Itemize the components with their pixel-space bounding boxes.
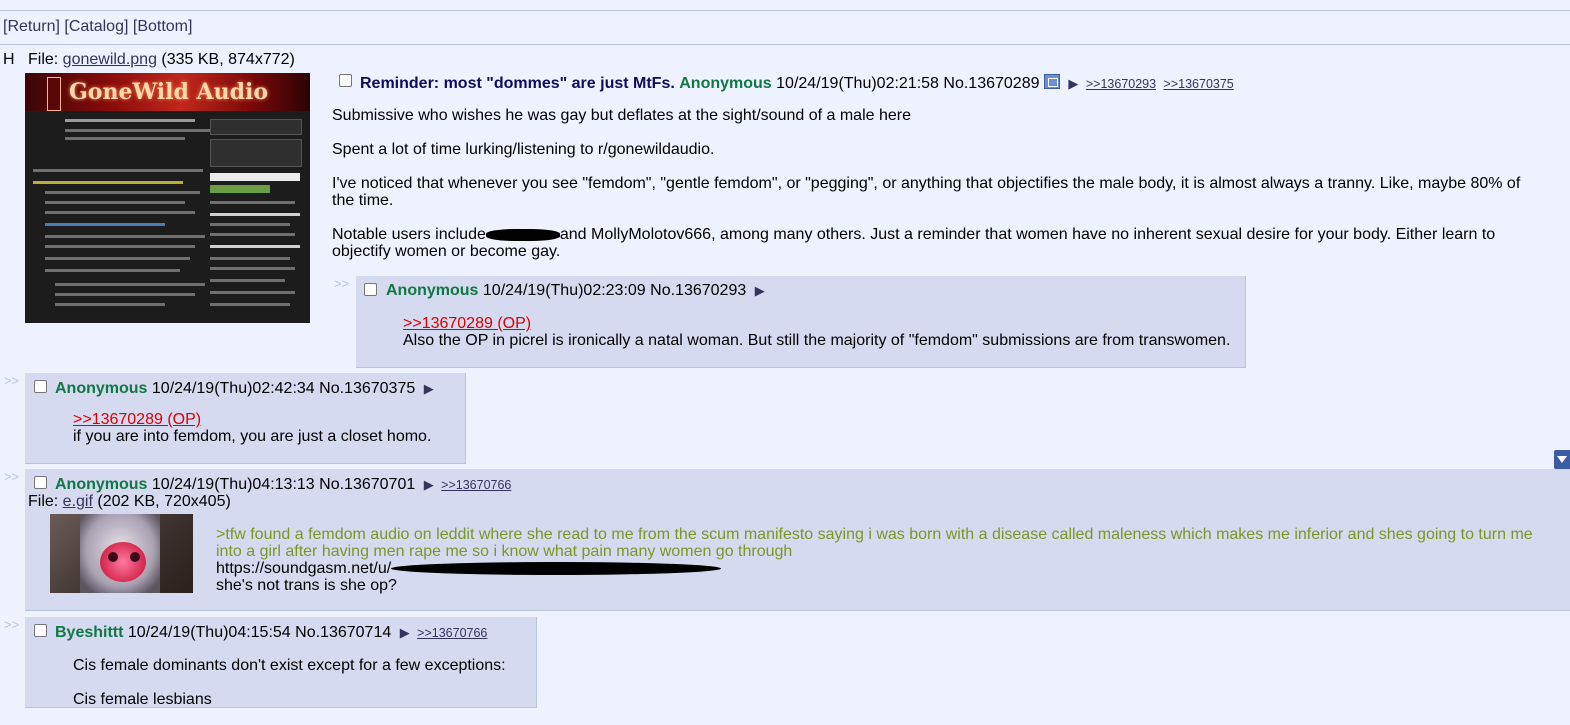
thumbnail-eye bbox=[108, 552, 118, 562]
reply-post: Anonymous 10/24/19(Thu)04:13:13 No.13670… bbox=[25, 469, 1570, 611]
post-menu-arrow-icon[interactable]: ▶ bbox=[400, 625, 410, 640]
reply-datetime: 10/24/19(Thu)04:15:54 bbox=[127, 624, 291, 641]
reply-file-link[interactable]: e.gif bbox=[63, 493, 93, 510]
reply-side-arrows: >> bbox=[4, 617, 20, 632]
post-menu-arrow-icon[interactable]: ▶ bbox=[424, 477, 434, 492]
op-file-link[interactable]: gonewild.png bbox=[63, 51, 157, 68]
reply-select-checkbox[interactable] bbox=[34, 380, 47, 393]
post-menu-arrow-icon[interactable]: ▶ bbox=[1068, 76, 1078, 91]
return-link[interactable]: [Return] bbox=[3, 18, 60, 35]
reply-greentext: >tfw found a femdom audio on leddit wher… bbox=[216, 526, 1533, 560]
image-search-icon[interactable] bbox=[1043, 74, 1060, 89]
reply-post-number[interactable]: No.13670293 bbox=[650, 282, 746, 299]
redaction-mark bbox=[485, 228, 560, 241]
reply-post: Byeshittt 10/24/19(Thu)04:15:54 No.13670… bbox=[25, 617, 537, 708]
reply-poster-name: Byeshittt bbox=[55, 624, 124, 641]
reply-thumbnail[interactable] bbox=[50, 514, 193, 593]
thumbnail-title: GoneWild Audio bbox=[69, 79, 269, 105]
reply-poster-name: Anonymous bbox=[55, 476, 148, 493]
reply-text: if you are into femdom, you are just a c… bbox=[73, 428, 432, 445]
reply-post: Anonymous 10/24/19(Thu)02:23:09 No.13670… bbox=[356, 276, 1246, 368]
op-backlink[interactable]: >>13670375 bbox=[1164, 77, 1234, 91]
reply-side-arrows: >> bbox=[334, 276, 350, 291]
reply-post-number[interactable]: No.13670701 bbox=[319, 476, 415, 493]
reply-datetime: 10/24/19(Thu)02:42:34 bbox=[151, 380, 315, 397]
op-subject: Reminder: most "dommes" are just MtFs. bbox=[360, 75, 675, 92]
bottom-link[interactable]: [Bottom] bbox=[133, 18, 193, 35]
op-file-info: File: gonewild.png (335 KB, 874x772) bbox=[28, 51, 295, 69]
op-paragraph: Notable users include and MollyMolotov666… bbox=[332, 226, 1496, 260]
reply-message: >tfw found a femdom audio on leddit wher… bbox=[216, 526, 1536, 594]
reply-link-text: https://soundgasm.net/u/ bbox=[216, 560, 722, 577]
reply-header: Anonymous 10/24/19(Thu)04:13:13 No.13670… bbox=[55, 476, 511, 494]
reply-side-arrows: >> bbox=[4, 469, 20, 484]
reply-message: >>13670289 (OP) if you are into femdom, … bbox=[73, 411, 453, 445]
file-label: File: bbox=[28, 493, 63, 510]
reply-header: Byeshittt 10/24/19(Thu)04:15:54 No.13670… bbox=[55, 624, 487, 642]
op-poster-name: Anonymous bbox=[679, 75, 772, 92]
op-post-number[interactable]: No.13670289 bbox=[943, 75, 1039, 92]
nav-links: [Return] [Catalog] [Bottom] bbox=[3, 18, 192, 36]
catalog-link[interactable]: [Catalog] bbox=[64, 18, 128, 35]
reply-text: Cis female dominants don't exist except … bbox=[73, 657, 506, 674]
reply-header: Anonymous 10/24/19(Thu)02:42:34 No.13670… bbox=[55, 380, 434, 398]
op-backlink[interactable]: >>13670293 bbox=[1086, 77, 1156, 91]
op-file-meta: (335 KB, 874x772) bbox=[156, 51, 295, 68]
reply-text: Also the OP in picrel is ironically a na… bbox=[403, 332, 1231, 349]
reply-poster-name: Anonymous bbox=[386, 282, 479, 299]
op-paragraph: Submissive who wishes he was gay but def… bbox=[332, 107, 911, 124]
reply-datetime: 10/24/19(Thu)02:23:09 bbox=[482, 282, 646, 299]
thumbnail-logo-mark bbox=[47, 77, 61, 111]
op-message: Submissive who wishes he was gay but def… bbox=[332, 107, 1532, 277]
reply-message: Cis female dominants don't exist except … bbox=[73, 657, 523, 725]
reply-header: Anonymous 10/24/19(Thu)02:23:09 No.13670… bbox=[386, 282, 765, 300]
op-paragraph: Spent a lot of time lurking/listening to… bbox=[332, 141, 715, 158]
file-label: File: bbox=[28, 51, 63, 68]
post-menu-arrow-icon[interactable]: ▶ bbox=[424, 381, 434, 396]
reply-message: >>13670289 (OP) Also the OP in picrel is… bbox=[403, 315, 1233, 349]
op-datetime: 10/24/19(Thu)02:21:58 bbox=[776, 75, 939, 92]
reply-poster-name: Anonymous bbox=[55, 380, 148, 397]
reply-file-info: File: e.gif (202 KB, 720x405) bbox=[28, 493, 231, 511]
reply-side-arrows: >> bbox=[4, 373, 20, 388]
reply-text: Cis female lesbians bbox=[73, 691, 212, 708]
reply-quote-link[interactable]: >>13670289 (OP) bbox=[73, 411, 201, 428]
redaction-mark bbox=[391, 562, 722, 576]
post-menu-arrow-icon[interactable]: ▶ bbox=[755, 283, 765, 298]
reply-datetime: 10/24/19(Thu)04:13:13 bbox=[151, 476, 315, 493]
reply-post: Anonymous 10/24/19(Thu)02:42:34 No.13670… bbox=[25, 373, 466, 464]
thumbnail-face bbox=[100, 542, 146, 582]
scroll-down-icon[interactable] bbox=[1554, 450, 1570, 469]
reply-select-checkbox[interactable] bbox=[34, 476, 47, 489]
op-post-header: Reminder: most "dommes" are just MtFs. A… bbox=[360, 74, 1234, 93]
op-select-checkbox[interactable] bbox=[339, 74, 352, 87]
reply-backlink[interactable]: >>13670766 bbox=[417, 626, 487, 640]
op-thumbnail[interactable]: GoneWild Audio bbox=[25, 73, 310, 323]
reply-file-meta: (202 KB, 720x405) bbox=[92, 493, 231, 510]
reply-select-checkbox[interactable] bbox=[34, 624, 47, 637]
reply-backlink[interactable]: >>13670766 bbox=[441, 478, 511, 492]
reply-post-number[interactable]: No.13670714 bbox=[295, 624, 391, 641]
top-divider bbox=[0, 10, 1570, 11]
board-letter: H bbox=[3, 51, 15, 68]
reply-post-number[interactable]: No.13670375 bbox=[319, 380, 415, 397]
reply-text: she's not trans is she op? bbox=[216, 577, 397, 594]
nav-divider bbox=[0, 44, 1570, 45]
reply-quote-link[interactable]: >>13670289 (OP) bbox=[403, 315, 531, 332]
op-paragraph: I've noticed that whenever you see "femd… bbox=[332, 175, 1521, 209]
thumbnail-banner: GoneWild Audio bbox=[25, 73, 310, 111]
reply-select-checkbox[interactable] bbox=[364, 283, 377, 296]
thumbnail-eye bbox=[130, 552, 140, 562]
